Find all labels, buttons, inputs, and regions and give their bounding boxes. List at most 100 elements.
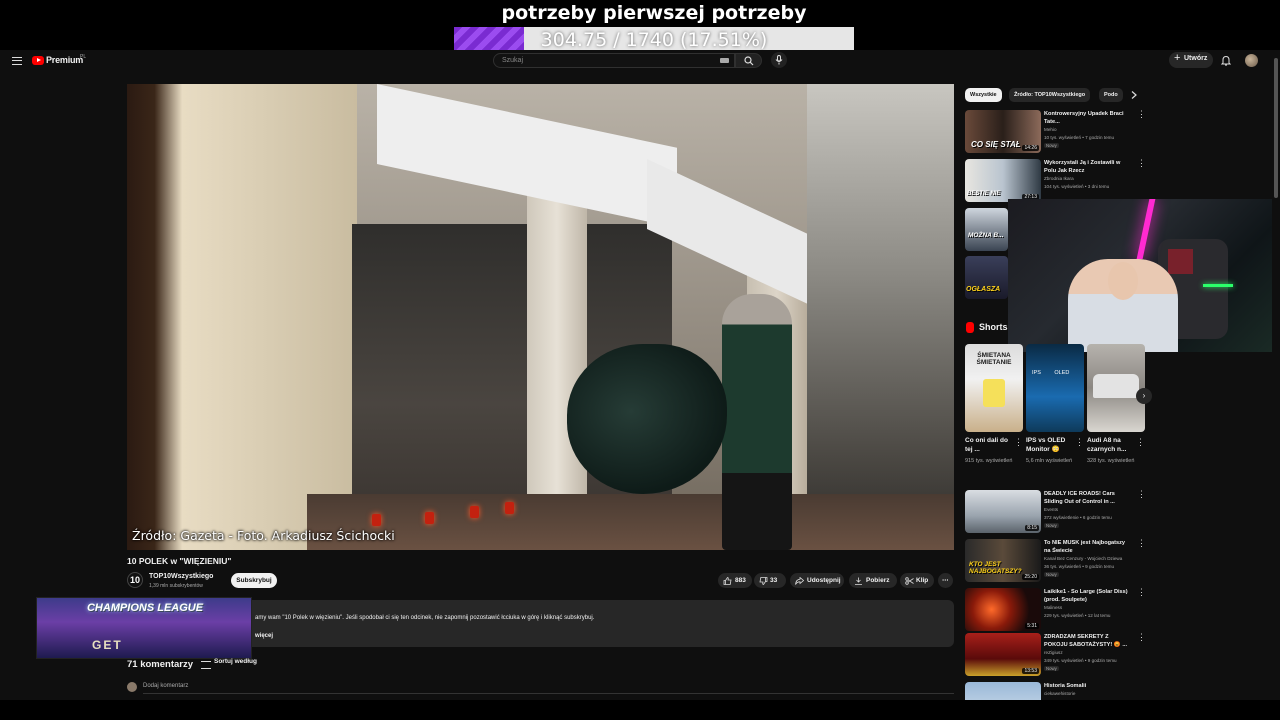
more-options-icon[interactable] (1137, 109, 1146, 121)
thumbnail-text: CO SIĘ STAŁ (971, 140, 1021, 149)
recommendation-meta: 36 tys. wyświetleń • 9 godzin temu (1044, 564, 1115, 569)
video-duration: 14:26 (1022, 145, 1039, 151)
short-thumbnail[interactable]: IPS OLED (1026, 344, 1084, 432)
video-thumbnail[interactable]: 5:31 (965, 588, 1041, 631)
menu-icon[interactable] (12, 57, 22, 65)
recommendation-title[interactable]: ZDRADZAM SEKRETY Z POKOJU SABOTAŻYSTY! 😡… (1044, 633, 1130, 649)
webcam-head (1108, 262, 1138, 300)
short-title[interactable]: IPS vs OLED Monitor 😳 (1026, 436, 1074, 454)
voice-search-button[interactable] (771, 52, 787, 68)
add-comment-input[interactable]: Dodaj komentarz (143, 683, 188, 689)
recommendation-channel[interactable]: Events (1044, 507, 1058, 512)
video-thumbnail[interactable] (965, 682, 1041, 700)
more-options-icon[interactable] (1137, 632, 1146, 644)
chip-similar[interactable]: Podo (1099, 88, 1123, 102)
recommendation-item[interactable]: CO SIĘ STAŁ 14:26 Kontrowersyjny Upadek … (965, 109, 1146, 156)
video-title: 10 POLEK w "WIĘZIENIU" (127, 556, 232, 566)
recommendation-title[interactable]: Wykorzystali Ją i Zostawili w Polu Jak R… (1044, 159, 1130, 175)
short-thumbnail-text: ŚMIETANA ŚMIETANIE (976, 352, 1012, 366)
video-frame-person (722, 294, 792, 550)
short-title[interactable]: Audi A8 na czarnych n... (1087, 436, 1135, 454)
description-text: amy wam "10 Polek w więzieniu". Jeśli sp… (255, 615, 595, 621)
new-badge: Nowy (1044, 143, 1059, 148)
video-thumbnail[interactable]: CO SIĘ STAŁ 14:26 (965, 110, 1041, 153)
chip-source[interactable]: Źródło: TOP10Wszystkiego (1009, 88, 1091, 102)
more-options-icon[interactable] (1137, 489, 1146, 501)
recommendation-title[interactable]: DEADLY ICE ROADS! Cars Sliding Out of Co… (1044, 490, 1130, 506)
short-title[interactable]: Co oni dali do tej ... (965, 436, 1013, 454)
recommendation-item[interactable]: MOŻNA B... (965, 208, 1008, 254)
recommendation-item[interactable]: KTO JEST NAJBOGATSZY? 25:20 To NIE MUSK … (965, 538, 1146, 585)
share-label: Udostępnij (807, 577, 841, 584)
thumbnail-text: MOŻNA B... (968, 232, 1004, 239)
shorts-next-button[interactable]: › (1136, 388, 1152, 404)
short-thumbnail-car (1093, 374, 1139, 398)
recommendation-channel[interactable]: ciekawehistorie (1044, 691, 1075, 696)
more-options-icon[interactable]: ⋮ (1014, 437, 1023, 448)
video-frame-building (127, 84, 357, 550)
recommendation-item[interactable]: 13:53 ZDRADZAM SEKRETY Z POKOJU SABOTAŻY… (965, 632, 1146, 679)
video-frame-candle (372, 514, 381, 526)
chevron-right-icon[interactable] (1131, 91, 1137, 99)
recommendation-item[interactable]: Historia Somalii ciekawehistorie (965, 682, 1141, 700)
video-frame-pavement (307, 494, 954, 550)
chip-all[interactable]: Wszystkie (965, 88, 1002, 102)
search-input[interactable]: Szukaj (493, 53, 735, 68)
shorts-icon (966, 322, 974, 333)
download-button[interactable]: Pobierz (849, 573, 897, 588)
scrollbar-thumb[interactable] (1274, 58, 1278, 198)
recommendation-channel[interactable]: Mehio (1044, 127, 1057, 132)
recommendation-title[interactable]: Historia Somalii (1044, 682, 1130, 690)
like-button[interactable]: 883 (718, 573, 752, 588)
sort-comments-button[interactable]: Sortuj według (200, 658, 257, 669)
more-options-icon[interactable] (1137, 538, 1146, 550)
subscribe-button[interactable]: Subskrybuj (231, 573, 277, 588)
description-more-link[interactable]: więcej (255, 633, 273, 639)
recommendation-title[interactable]: To NIE MUSK jest Najbogatszy na Świecie (1044, 539, 1130, 555)
more-options-icon[interactable]: ⋮ (1075, 437, 1084, 448)
more-actions-button[interactable]: ⋯ (938, 573, 953, 588)
short-thumbnail[interactable]: ŚMIETANA ŚMIETANIE (965, 344, 1023, 432)
recommendation-channel[interactable]: reZigiusz (1044, 650, 1063, 655)
new-badge: Nowy (1044, 666, 1059, 671)
recommendation-item[interactable]: 5:31 Laikike1 - So Large (Solar Diss) (p… (965, 587, 1146, 634)
more-options-icon[interactable] (1137, 158, 1146, 170)
clip-button[interactable]: Klip (900, 573, 934, 588)
more-options-icon[interactable] (1137, 587, 1146, 599)
recommendation-channel[interactable]: Zbrodnia Ikara (1044, 176, 1074, 181)
share-button[interactable]: Udostępnij (790, 573, 844, 588)
youtube-logo-text[interactable]: Premium (46, 55, 83, 65)
recommendation-title[interactable]: Laikike1 - So Large (Solar Diss) (prod. … (1044, 588, 1130, 604)
video-thumbnail[interactable]: BESTIE NIE 27:13 (965, 159, 1041, 202)
create-button[interactable]: Utwórz (1169, 52, 1213, 68)
more-options-icon[interactable]: ⋮ (1136, 437, 1145, 448)
thumbs-up-icon (723, 577, 732, 585)
keyboard-icon[interactable] (720, 58, 729, 63)
bottom-bar (0, 700, 1280, 720)
video-frame-umbrella (567, 344, 727, 494)
youtube-logo-icon[interactable] (32, 56, 44, 65)
bell-icon[interactable] (1221, 55, 1231, 66)
recommendation-channel[interactable]: Maliness (1044, 605, 1062, 610)
recommendation-channel[interactable]: Kanał Bez Cenzury - Wojciech Dziewa (1044, 556, 1122, 561)
recommendation-item[interactable]: 8:15 DEADLY ICE ROADS! Cars Sliding Out … (965, 489, 1146, 536)
video-player[interactable]: Źródło: Gazeta - Foto. Arkadiusz Ścichoc… (127, 84, 954, 550)
video-thumbnail[interactable]: KTO JEST NAJBOGATSZY? 25:20 (965, 539, 1041, 582)
video-thumbnail[interactable]: OGŁASZA (965, 256, 1008, 299)
channel-avatar[interactable]: 10 (127, 572, 143, 588)
video-thumbnail[interactable]: MOŻNA B... (965, 208, 1008, 251)
video-frame-candle (425, 512, 434, 524)
more-options-icon[interactable] (1137, 682, 1141, 693)
dislike-button[interactable]: 33 (754, 573, 786, 588)
webcam-green-light (1203, 284, 1233, 287)
short-thumbnail-text: IPS OLED (1032, 370, 1070, 376)
recommendation-title[interactable]: Kontrowersyjny Upadek Braci Tate... (1044, 110, 1130, 126)
video-thumbnail[interactable]: 8:15 (965, 490, 1041, 533)
user-avatar[interactable] (1245, 54, 1258, 67)
short-thumbnail[interactable] (1087, 344, 1145, 432)
video-frame-candle (470, 506, 479, 518)
recommendation-item[interactable]: OGŁASZA (965, 256, 1008, 302)
video-thumbnail[interactable]: 13:53 (965, 633, 1041, 676)
channel-name[interactable]: TOP10Wszystkiego (149, 573, 213, 580)
search-button[interactable] (735, 53, 762, 68)
